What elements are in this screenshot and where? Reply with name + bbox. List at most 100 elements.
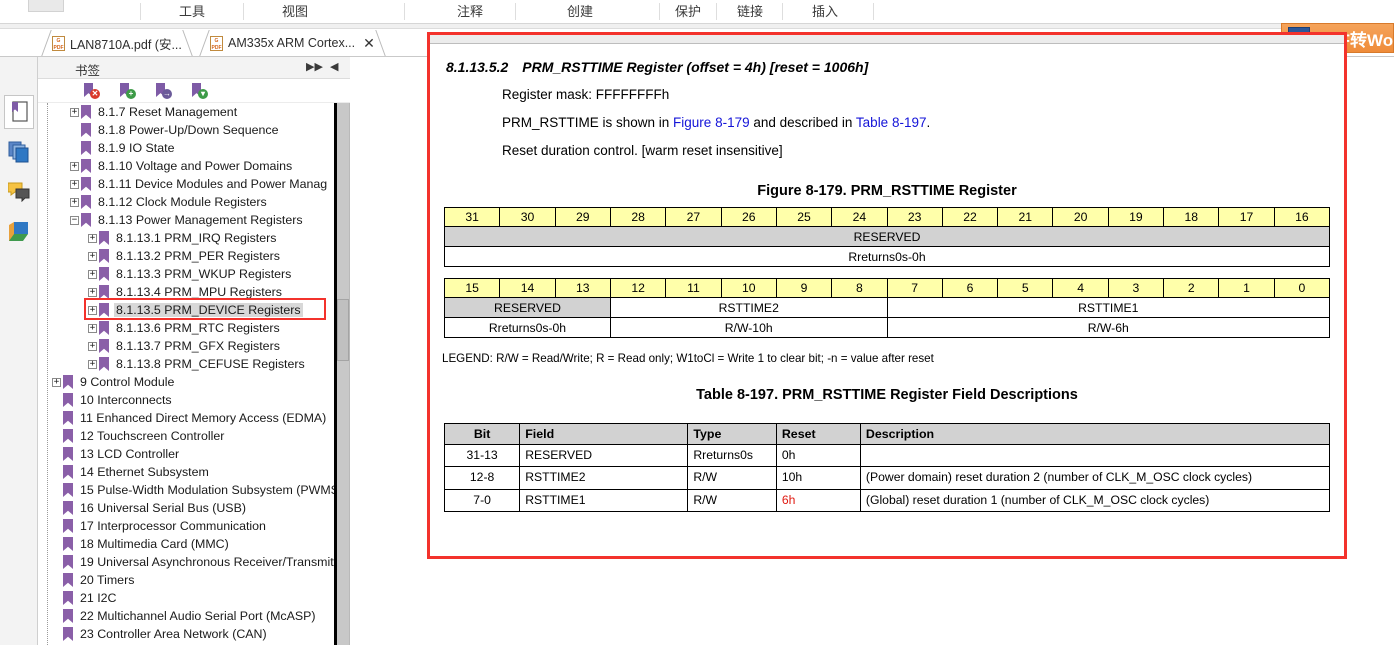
bit-number: 2 — [1163, 278, 1220, 298]
expand-icon[interactable]: + — [70, 197, 79, 207]
bit-number: 9 — [775, 278, 833, 298]
rail-button-thumbnails[interactable] — [4, 135, 34, 169]
expand-icon[interactable]: + — [52, 377, 61, 387]
table-row: 12-8 RSTTIME2 R/W 10h (Power domain) reset d… — [443, 466, 1331, 490]
bookmark-item[interactable]: +8.1.10 Voltage and Power Domains — [38, 157, 334, 175]
bookmark-label: 18 Multimedia Card (MMC) — [80, 537, 229, 551]
expand-icon[interactable]: + — [88, 323, 97, 333]
bookmark-item[interactable]: +8.1.13.8 PRM_CEFUSE Registers — [38, 355, 334, 373]
menu-item-tools[interactable]: 工具 — [142, 0, 242, 23]
expand-icon[interactable]: + — [70, 161, 79, 171]
expand-icon[interactable]: + — [88, 305, 97, 315]
link-figure-8-179[interactable]: Figure 8-179 — [673, 115, 750, 130]
bookmark-item[interactable]: 16 Universal Serial Bus (USB) — [38, 499, 334, 517]
close-icon[interactable]: ✕ — [363, 36, 375, 50]
bookmark-item[interactable]: 13 LCD Controller — [38, 445, 334, 463]
bookmark-label: 22 Multichannel Audio Serial Port (McASP… — [80, 609, 316, 623]
expand-icon[interactable]: + — [88, 359, 97, 369]
bookmark-item[interactable]: 17 Interprocessor Communication — [38, 517, 334, 535]
collapse-panel-icon[interactable]: ▶▶ — [306, 60, 323, 74]
bookmark-item[interactable]: 18 Multimedia Card (MMC) — [38, 535, 334, 553]
bookmark-item[interactable]: +8.1.13.7 PRM_GFX Registers — [38, 337, 334, 355]
field-access: Rreturns0s-0h — [444, 317, 611, 338]
table-header-row: Bit Field Type Reset Description — [443, 423, 1331, 445]
bookmark-item[interactable]: +8.1.11 Device Modules and Power Manag — [38, 175, 334, 193]
bookmark-flag-icon — [63, 591, 73, 605]
menu-item-view[interactable]: 视图 — [245, 0, 345, 23]
expand-bookmark-icon[interactable]: ▾ — [190, 82, 208, 100]
bookmark-flag-icon — [63, 375, 73, 389]
tab-lan8710a[interactable]: G PDF LAN8710A.pdf (安... — [31, 30, 203, 56]
bookmark-item[interactable]: 8.1.9 IO State — [38, 139, 334, 157]
rail-button-layers[interactable] — [4, 215, 34, 249]
link-table-8-197[interactable]: Table 8-197 — [856, 115, 927, 130]
collapse-icon[interactable]: − — [70, 215, 79, 225]
expand-icon[interactable]: + — [88, 269, 97, 279]
goto-bookmark-icon[interactable]: → — [154, 82, 172, 100]
table-row: 7-0 RSTTIME1 R/W 6h (Global) reset duration … — [443, 488, 1331, 512]
field-access: R/W-10h — [609, 317, 888, 338]
bookmark-item[interactable]: 20 Timers — [38, 571, 334, 589]
expand-icon[interactable]: + — [70, 107, 79, 117]
bookmark-label: 8.1.10 Voltage and Power Domains — [98, 159, 293, 173]
bookmark-item[interactable]: 22 Multichannel Audio Serial Port (McASP… — [38, 607, 334, 625]
bookmark-item[interactable]: +8.1.13.2 PRM_PER Registers — [38, 247, 334, 265]
delete-bookmark-icon[interactable]: ✕ — [82, 82, 100, 100]
bookmarks-scrollbar[interactable] — [337, 103, 349, 645]
bookmark-item[interactable]: +8.1.7 Reset Management — [38, 103, 334, 121]
bookmark-item[interactable]: 11 Enhanced Direct Memory Access (EDMA) — [38, 409, 334, 427]
bookmark-item[interactable]: 23 Controller Area Network (CAN) — [38, 625, 334, 643]
bookmark-label: 8.1.13.2 PRM_PER Registers — [116, 249, 280, 263]
menu-item-comment[interactable]: 注释 — [420, 0, 520, 23]
bookmark-item-selected[interactable]: +8.1.13.5 PRM_DEVICE Registers — [38, 301, 334, 319]
bookmark-item[interactable]: 10 Interconnects — [38, 391, 334, 409]
bookmark-item[interactable]: 8.1.8 Power-Up/Down Sequence — [38, 121, 334, 139]
bookmark-item[interactable]: +8.1.13.6 PRM_RTC Registers — [38, 319, 334, 337]
menu-item-create[interactable]: 创建 — [525, 0, 635, 23]
bookmark-item[interactable]: 12 Touchscreen Controller — [38, 427, 334, 445]
menu-left-nub — [28, 0, 64, 12]
scrollbar-thumb[interactable] — [337, 299, 349, 361]
cell-reset: 10h — [775, 466, 861, 490]
expand-icon[interactable]: + — [88, 287, 97, 297]
expand-icon[interactable]: + — [88, 251, 97, 261]
bookmark-item[interactable]: +8.1.13.4 PRM_MPU Registers — [38, 283, 334, 301]
add-bookmark-icon[interactable]: + — [118, 82, 136, 100]
bookmark-label: 8.1.13.3 PRM_WKUP Registers — [116, 267, 292, 281]
bookmark-label: 8.1.8 Power-Up/Down Sequence — [98, 123, 279, 137]
paragraph-reset-duration: Reset duration control. [warm reset inse… — [502, 143, 783, 158]
bookmark-item[interactable]: 14 Ethernet Subsystem — [38, 463, 334, 481]
register-bitfield-table-high: 31 30 29 28 27 26 25 24 23 22 21 20 19 18 17 16 RESERVED… — [443, 207, 1331, 267]
menu-separator — [404, 3, 405, 20]
bookmark-label: 8.1.11 Device Modules and Power Manag — [98, 177, 328, 191]
expand-icon[interactable]: + — [88, 233, 97, 243]
bookmark-item[interactable]: +8.1.13.3 PRM_WKUP Registers — [38, 265, 334, 283]
field-access: Rreturns0s-0h — [444, 246, 1330, 267]
expand-icon[interactable]: + — [88, 341, 97, 351]
bookmark-item[interactable]: +8.1.13.1 PRM_IRQ Registers — [38, 229, 334, 247]
bookmark-label: 19 Universal Asynchronous Receiver/Trans… — [80, 555, 334, 569]
menu-item-protect[interactable]: 保护 — [660, 0, 716, 23]
hide-panel-icon[interactable]: ◀ — [330, 60, 338, 74]
tab-label: AM335x ARM Cortex... — [228, 36, 356, 50]
bookmark-item[interactable]: +9 Control Module — [38, 373, 334, 391]
bookmark-item[interactable]: 19 Universal Asynchronous Receiver/Trans… — [38, 553, 334, 571]
bookmark-label: 8.1.7 Reset Management — [98, 105, 238, 119]
bookmark-label: 16 Universal Serial Bus (USB) — [80, 501, 246, 515]
bookmark-item[interactable]: 15 Pulse-Width Modulation Subsystem (PWM… — [38, 481, 334, 499]
bit-number: 24 — [831, 207, 888, 227]
rail-button-comments[interactable] — [4, 175, 34, 209]
menu-item-insert[interactable]: 插入 — [790, 0, 860, 23]
tab-am335x[interactable]: G PDF AM335x ARM Cortex... ✕ — [189, 30, 396, 56]
expand-icon[interactable]: + — [70, 179, 79, 189]
rail-button-bookmarks[interactable] — [4, 95, 34, 129]
cell-type: R/W — [687, 488, 777, 512]
bookmark-item[interactable]: − 8.1.13 Power Management Registers — [38, 211, 334, 229]
delete-badge: ✕ — [90, 89, 100, 99]
bookmark-tree[interactable]: +8.1.7 Reset Management 8.1.8 Power-Up/Do… — [38, 103, 334, 645]
pdf-file-icon: G PDF — [52, 35, 65, 51]
bookmark-item[interactable]: +8.1.12 Clock Module Registers — [38, 193, 334, 211]
menu-item-link[interactable]: 链接 — [722, 0, 778, 23]
bit-number: 19 — [1107, 207, 1165, 227]
bookmark-item[interactable]: 21 I2C — [38, 589, 334, 607]
